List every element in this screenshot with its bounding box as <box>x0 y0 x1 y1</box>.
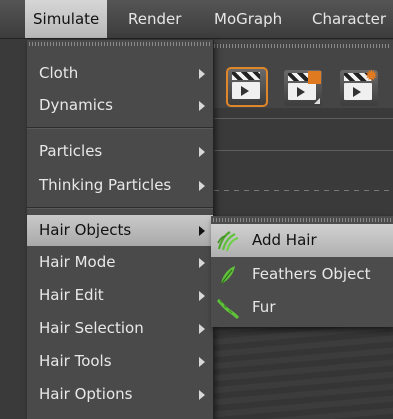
submenu-arrow-icon <box>199 69 205 79</box>
menu-item-label: Thinking Particles <box>39 176 172 194</box>
menu-item-thinking-particles[interactable]: Thinking Particles <box>27 170 213 201</box>
menu-item-add-hair[interactable]: Add Hair <box>211 224 393 257</box>
menu-item-label: Cloth <box>39 64 79 82</box>
divider <box>214 190 393 191</box>
render-region-icon[interactable] <box>284 70 322 106</box>
menu-mograph[interactable]: MoGraph <box>206 0 290 38</box>
hair-objects-submenu: Add Hair Feathers Object Fur <box>211 216 393 327</box>
submenu-arrow-icon <box>199 324 205 334</box>
render-view-icon[interactable] <box>226 67 268 107</box>
submenu-arrow-icon <box>199 357 205 367</box>
menu-item-feathers-object[interactable]: Feathers Object <box>211 258 393 291</box>
submenu-arrow-icon <box>199 226 205 236</box>
simulate-menu: Cloth Dynamics Particles Thinking Partic… <box>27 40 214 419</box>
menu-item-dynamics[interactable]: Dynamics <box>27 90 213 121</box>
menu-tearoff-grip[interactable] <box>29 42 211 46</box>
menu-separator <box>27 128 213 129</box>
render-settings-icon[interactable]: ✹ <box>340 68 378 106</box>
menu-item-label: Hair Objects <box>39 221 132 239</box>
feather-icon <box>216 263 240 287</box>
menu-item-label: Hair Tools <box>39 352 112 370</box>
menu-item-hair-edit[interactable]: Hair Edit <box>27 280 213 311</box>
menu-render[interactable]: Render <box>120 0 189 38</box>
menu-item-label: Hair Mode <box>39 253 116 271</box>
menu-item-fur[interactable]: Fur <box>211 291 393 324</box>
submenu-arrow-icon <box>199 147 205 157</box>
menu-item-label: Add Hair <box>252 231 317 249</box>
submenu-arrow-icon <box>199 181 205 191</box>
menu-item-cloth[interactable]: Cloth <box>27 58 213 89</box>
menu-tearoff-grip[interactable] <box>213 218 391 222</box>
submenu-arrow-icon <box>199 291 205 301</box>
menu-item-label: Particles <box>39 142 103 160</box>
fur-icon <box>216 296 240 320</box>
divider <box>214 150 393 151</box>
menu-item-particles[interactable]: Particles <box>27 136 213 167</box>
submenu-arrow-icon <box>199 390 205 400</box>
menu-item-hair-mode[interactable]: Hair Mode <box>27 247 213 278</box>
menu-item-label: Fur <box>252 298 276 316</box>
toolbar-grip <box>214 44 390 48</box>
viewport-area <box>214 327 393 419</box>
menu-item-label: Hair Edit <box>39 286 104 304</box>
menu-item-hair-options[interactable]: Hair Options <box>27 379 213 410</box>
menu-separator <box>27 208 213 209</box>
menu-simulate[interactable]: Simulate <box>25 0 108 38</box>
menu-item-label: Hair Selection <box>39 319 144 337</box>
add-hair-icon <box>216 229 240 253</box>
menu-character[interactable]: Character <box>304 0 393 38</box>
menu-item-label: Hair Options <box>39 385 133 403</box>
submenu-arrow-icon <box>199 258 205 268</box>
menu-item-hair-tools[interactable]: Hair Tools <box>27 346 213 377</box>
menu-item-hair-objects[interactable]: Hair Objects <box>27 215 213 246</box>
menu-item-label: Feathers Object <box>252 265 371 283</box>
menu-item-hair-selection[interactable]: Hair Selection <box>27 313 213 344</box>
menu-item-label: Dynamics <box>39 96 113 114</box>
submenu-arrow-icon <box>199 101 205 111</box>
divider <box>214 118 393 119</box>
menu-bar: Simulate Render MoGraph Character <box>0 0 393 39</box>
